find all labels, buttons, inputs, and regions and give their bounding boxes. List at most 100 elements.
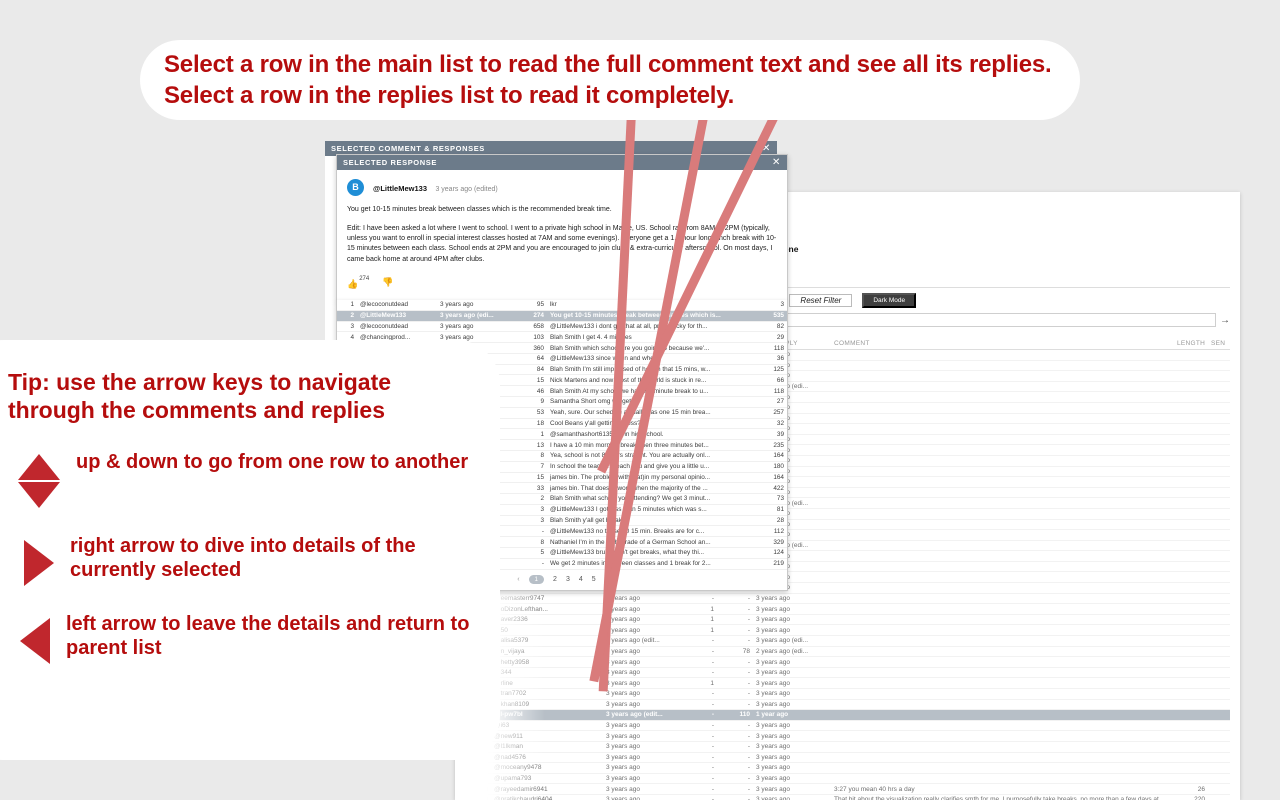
page-number[interactable]: 2 — [553, 576, 557, 583]
cell-author: @n_vijaya — [491, 646, 603, 658]
cell-length — [1174, 476, 1208, 488]
cell-comment — [831, 402, 1174, 414]
reply-cell-author: @lecoconutdead — [357, 300, 437, 311]
page-number[interactable]: 3 — [566, 576, 570, 583]
cell-author: @moceany9478 — [491, 762, 603, 774]
table-row[interactable]: @n_vijaya 3 years ago -78 2 years ago (edi.… — [465, 646, 1230, 658]
cell-replies: 110 — [717, 709, 753, 721]
page-number[interactable]: 1 — [528, 574, 545, 584]
cell-last: 3 years ago — [753, 752, 831, 764]
cell-last: 3 years ago — [753, 614, 831, 626]
reply-cell-len: 180 — [757, 461, 787, 473]
col-length[interactable]: LENGTH — [1174, 338, 1208, 350]
chevron-left-icon[interactable]: ‹ — [517, 576, 519, 583]
table-row[interactable]: @alisa5379 3 years ago (edit... - -3 years … — [465, 635, 1230, 647]
table-row[interactable]: @aver2336 3 years ago 1-3 years ago — [465, 614, 1230, 626]
response-paragraph-1: You get 10-15 minutes break between clas… — [347, 206, 612, 213]
cell-replies: - — [717, 783, 753, 795]
cell-comment — [831, 360, 1174, 372]
table-row[interactable]: 1598 @pratikchaudri6404 3 years ago - -3 yea… — [465, 794, 1230, 800]
cell-time: 3 years ago — [603, 677, 677, 689]
cell-replies: - — [717, 603, 753, 615]
reply-cell-text: james bin. That doesn't work when the ma… — [547, 482, 757, 495]
reply-cell-text: @LittleMew133 bruh I don't get breaks, w… — [547, 547, 757, 559]
cell-length — [1174, 381, 1208, 393]
left-triangle-icon — [20, 618, 50, 665]
table-row[interactable]: @tran7702 3 years ago - -3 years ago — [465, 688, 1230, 700]
cell-sen — [1208, 561, 1230, 573]
reply-cell-time: 3 years ago (edi... — [437, 310, 509, 322]
cell-up: - — [677, 783, 717, 795]
cell-time: 3 years ago (edit... — [603, 635, 677, 647]
reply-cell-text: @LittleMew133 I got less than 5 minutes … — [547, 504, 757, 516]
table-row[interactable]: @eemasterr9747 3 years ago - -3 years ago — [465, 593, 1230, 605]
reset-filter-button[interactable]: Reset Filter — [789, 294, 853, 307]
table-row[interactable]: @oDizonLefthan... 3 years ago 1-3 years ag… — [465, 603, 1230, 615]
search-submit-icon[interactable]: → — [1216, 315, 1230, 326]
table-row[interactable]: @344 3 years ago - -3 years ago — [465, 667, 1230, 679]
table-row[interactable]: @new911 3 years ago - -3 years ago — [465, 730, 1230, 742]
cell-author: @aver2336 — [491, 614, 603, 626]
reply-cell-up: 103 — [509, 331, 547, 344]
cell-comment — [831, 646, 1174, 658]
cell-length — [1174, 709, 1208, 721]
page-number[interactable]: 4 — [579, 576, 583, 583]
cell-sen — [1208, 667, 1230, 679]
table-row[interactable]: @nad4576 3 years ago - -3 years ago — [465, 752, 1230, 764]
close-icon[interactable]: ✕ — [772, 157, 781, 167]
table-row[interactable]: @rline 3 years ago 1-3 years ago — [465, 677, 1230, 689]
up-down-triangle-icon — [18, 450, 60, 509]
reply-cell-no: 3 — [337, 321, 357, 333]
page-number[interactable]: 5 — [592, 576, 596, 583]
cell-comment — [831, 487, 1174, 499]
list-item[interactable]: 3 @lecoconutdead 3 years ago 658 @LittleMew1… — [337, 321, 787, 333]
table-row[interactable]: @i63 3 years ago - -3 years ago — [465, 720, 1230, 732]
table-row[interactable]: @moceany9478 3 years ago - -3 years ago — [465, 762, 1230, 774]
reply-cell-len: 66 — [757, 374, 787, 387]
table-row[interactable]: @l1lkman 3 years ago - -3 years ago — [465, 741, 1230, 753]
cell-comment — [831, 762, 1174, 774]
cell-author: @rayeedamir6941 — [491, 783, 603, 795]
response-author[interactable]: @LittleMew133 — [373, 184, 427, 193]
reply-cell-len: 164 — [757, 450, 787, 462]
dark-mode-button[interactable]: Dark Mode — [862, 293, 917, 308]
cell-sen — [1208, 550, 1230, 562]
thumbs-up-icon[interactable]: 👍 — [347, 279, 358, 289]
cell-comment — [831, 370, 1174, 382]
list-item[interactable]: 1 @lecoconutdead 3 years ago 95 lkr 3 — [337, 300, 787, 311]
table-row[interactable]: 1599 @rayeedamir6941 3 years ago - -3 years … — [465, 783, 1230, 795]
like-group[interactable]: 👍274 — [347, 274, 369, 292]
reply-cell-len: 422 — [757, 482, 787, 495]
cell-last: 3 years ago — [753, 741, 831, 753]
cell-length — [1174, 582, 1208, 594]
table-row[interactable]: @50 3 years ago 1-3 years ago — [465, 624, 1230, 637]
cell-length — [1174, 593, 1208, 605]
table-row[interactable]: @khan8109 3 years ago - -3 years ago — [465, 699, 1230, 711]
thumbs-down-icon[interactable]: 👎 — [382, 277, 393, 288]
reply-cell-len: 81 — [757, 504, 787, 516]
reply-cell-up: 658 — [509, 321, 547, 333]
cell-sen — [1208, 646, 1230, 658]
col-comment[interactable]: COMMENT — [831, 338, 1174, 350]
cell-replies: - — [717, 614, 753, 626]
table-row[interactable]: @upama793 3 years ago - -3 years ago — [465, 773, 1230, 785]
list-item[interactable]: 2 @LittleMew133 3 years ago (edi... 274 You … — [337, 310, 787, 322]
cell-length — [1174, 561, 1208, 573]
col-sen[interactable]: SEN — [1208, 338, 1230, 350]
selected-response-panel-header: SELECTED RESPONSE ✕ — [337, 155, 787, 170]
cell-sen — [1208, 720, 1230, 732]
cell-author: @new911 — [491, 730, 603, 742]
reply-cell-time: 3 years ago — [437, 300, 509, 311]
cell-replies: - — [717, 794, 753, 800]
table-row[interactable]: @hetty3958 3 years ago - -3 years ago — [465, 656, 1230, 668]
cell-comment — [831, 455, 1174, 467]
cell-last: 3 years ago — [753, 603, 831, 615]
cell-comment: 3:27 you mean 40 hrs a day — [831, 783, 1174, 795]
cell-comment — [831, 529, 1174, 541]
cell-time: 3 years ago — [603, 624, 677, 637]
cell-author: @i63 — [491, 720, 603, 732]
cell-sen — [1208, 603, 1230, 615]
table-row[interactable]: @l-pw7bl 3 years ago (edit... -110 1 year a… — [465, 709, 1230, 721]
cell-length — [1174, 455, 1208, 467]
avatar: B — [347, 178, 364, 196]
